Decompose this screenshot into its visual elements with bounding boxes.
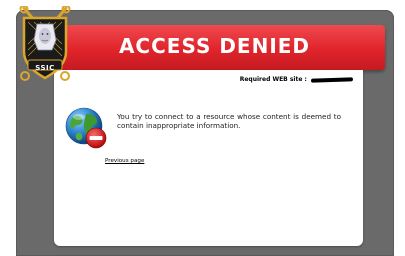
ssic-crest-logo: SSIC (18, 4, 72, 84)
previous-page-link[interactable]: Previous page (105, 158, 144, 164)
required-site-label: Required WEB site : (239, 76, 307, 83)
page-title: ACCESS DENIED (118, 34, 311, 58)
redacted-url (310, 76, 354, 83)
denial-message: You try to connect to a resource whose c… (117, 112, 341, 130)
access-denied-banner: ACCESS DENIED (38, 25, 385, 70)
logo-text: SSIC (35, 64, 55, 72)
crest-shield-icon (19, 4, 71, 81)
required-site-line: Required WEB site : (239, 76, 354, 83)
content-panel: Required WEB site : You try to connect t… (54, 70, 363, 246)
globe-forbidden-icon (65, 107, 107, 149)
